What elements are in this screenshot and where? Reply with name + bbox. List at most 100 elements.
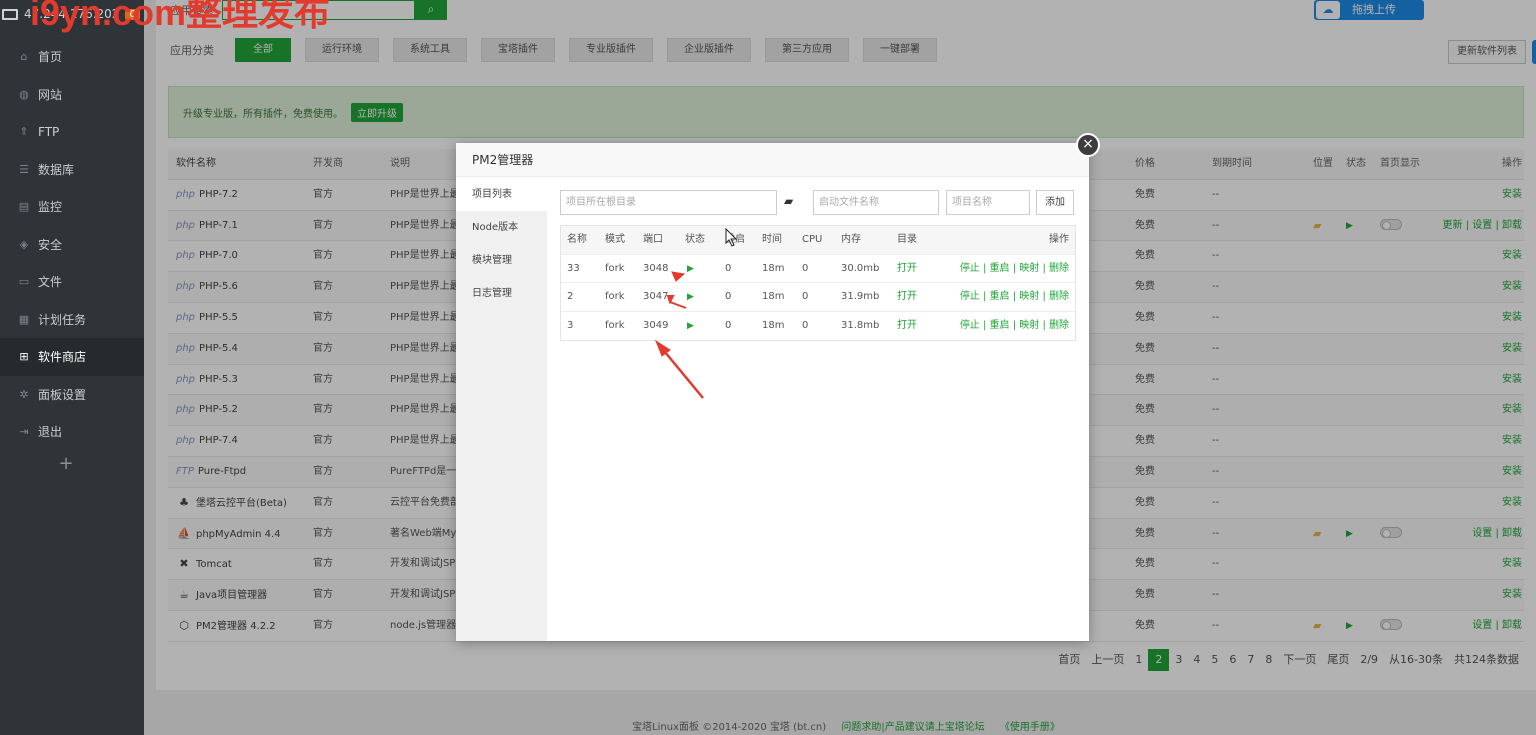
dialog-tab-0[interactable]: 项目列表 [456,178,547,211]
sidebar: 47.244.176.202 0 ⌂ 首页 ◍ 网站 ⇑ FTP ☰ 数据库 ▤ 监控 ◈ 安全 ▭ 文件… [0,0,144,735]
running-status-icon: ▶ [687,320,694,331]
gear-icon: ✲ [19,387,29,401]
ftp-icon: ⇑ [19,125,29,139]
home-icon: ⌂ [20,50,28,64]
process-table: 名称 模式 端口 状态 重启 时间 CPU 内存 目录 操作 33 fork 3048 ▶ 0 18m 0 30… [560,225,1076,341]
folder-picker-icon[interactable]: ▰ [784,194,793,208]
sidebar-item-label: 退出 [38,425,63,440]
process-time: 18m [762,291,785,302]
database-icon: ☰ [19,162,29,176]
process-memory: 31.8mb [841,319,880,331]
sidebar-menu: ⌂ 首页 ◍ 网站 ⇑ FTP ☰ 数据库 ▤ 监控 ◈ 安全 ▭ 文件 ▦ 计划任务 ⊞ 软件商店 ✲ 面板设置 ⇥ 退… [0,38,144,451]
start-file-input[interactable]: 启动文件名称 [813,190,939,215]
dialog-tab-2[interactable]: 模块管理 [456,244,547,277]
dialog-title: PM2管理器 [456,143,1089,177]
process-col-4: 重启 [725,234,745,245]
dialog-tabs: 项目列表 Node版本 模块管理 日志管理 [456,178,547,641]
process-port: 3047 [643,291,669,302]
sidebar-item-label: 计划任务 [38,312,87,327]
process-col-9: 操作 [1049,234,1069,245]
process-col-1: 模式 [605,234,625,245]
process-memory: 31.9mb [841,291,880,302]
sidebar-item-label: 面板设置 [38,387,87,402]
root-dir-input[interactable]: 项目所在根目录 [560,190,777,215]
sidebar-item-7[interactable]: ▦ 计划任务 [0,301,144,339]
sidebar-item-label: FTP [38,124,60,139]
sidebar-item-label: 安全 [38,237,63,252]
sidebar-item-2[interactable]: ⇑ FTP [0,113,144,151]
process-col-8: 目录 [897,234,917,245]
process-dir[interactable]: 打开 [897,283,917,311]
sidebar-item-5[interactable]: ◈ 安全 [0,226,144,264]
process-row: 33 fork 3048 ▶ 0 18m 0 30.0mb 打开 停止 | 重启 | 映射 | 删… [561,255,1075,283]
process-ops[interactable]: 停止 | 重启 | 映射 | 删除 [960,312,1069,340]
dialog-tab-1[interactable]: Node版本 [456,211,547,244]
process-name: 33 [567,262,580,274]
process-port: 3049 [643,319,669,331]
process-ops[interactable]: 停止 | 重启 | 映射 | 删除 [960,283,1069,311]
notification-badge[interactable]: 0 [125,8,140,20]
process-restart: 0 [725,262,732,274]
project-name-input[interactable]: 项目名称 [946,190,1030,215]
process-dir[interactable]: 打开 [897,312,917,340]
process-dir[interactable]: 打开 [897,255,917,283]
sidebar-item-label: 文件 [38,275,63,290]
sidebar-item-label: 数据库 [38,162,75,177]
sidebar-item-0[interactable]: ⌂ 首页 [0,38,144,76]
sidebar-item-label: 网站 [38,87,63,102]
sidebar-item-6[interactable]: ▭ 文件 [0,263,144,301]
process-col-6: CPU [802,234,823,245]
monitor-icon: ▤ [18,200,30,214]
process-name: 2 [567,291,574,302]
sidebar-item-1[interactable]: ◍ 网站 [0,76,144,114]
process-col-7: 内存 [841,234,861,245]
dialog-tab-3[interactable]: 日志管理 [456,277,547,310]
shield-icon: ◈ [19,237,29,251]
sidebar-item-9[interactable]: ✲ 面板设置 [0,376,144,414]
process-mode: fork [605,291,625,302]
process-col-3: 状态 [685,234,705,245]
sidebar-item-3[interactable]: ☰ 数据库 [0,151,144,189]
add-project-form: 项目所在根目录 ▰ 启动文件名称 项目名称 添加 [560,190,1076,216]
sidebar-item-10[interactable]: ⇥ 退出 [0,413,144,451]
server-header: 47.244.176.202 0 [0,0,144,28]
process-cpu: 0 [802,262,809,274]
process-restart: 0 [725,291,732,302]
pm2-dialog: PM2管理器 项目列表 Node版本 模块管理 日志管理 项目所在根目录 ▰ 启动文件… [456,143,1089,641]
process-col-0: 名称 [567,234,587,245]
running-status-icon: ▶ [687,263,694,274]
process-name: 3 [567,319,574,331]
process-col-2: 端口 [643,234,663,245]
process-restart: 0 [725,319,732,331]
process-mode: fork [605,319,625,331]
process-row: 2 fork 3047 ▶ 0 18m 0 31.9mb 打开 停止 | 重启 | 映射 | 删除 [561,283,1075,312]
monitor-icon [2,8,18,20]
project-list-panel: 项目所在根目录 ▰ 启动文件名称 项目名称 添加 名称 模式 端口 状态 重启 时间 CPU… [560,190,1076,341]
process-memory: 30.0mb [841,262,880,274]
process-port: 3048 [643,262,669,274]
process-time: 18m [762,262,785,274]
process-table-header: 名称 模式 端口 状态 重启 时间 CPU 内存 目录 操作 [561,226,1075,255]
grid-icon: ⊞ [19,350,29,364]
process-cpu: 0 [802,291,809,302]
logout-icon: ⇥ [19,425,29,439]
sidebar-item-8[interactable]: ⊞ 软件商店 [0,338,144,376]
process-ops[interactable]: 停止 | 重启 | 映射 | 删除 [960,255,1069,283]
process-cpu: 0 [802,319,809,331]
close-icon[interactable]: × [1076,133,1100,157]
process-col-5: 时间 [762,234,782,245]
folder-icon: ▭ [18,275,30,289]
server-ip: 47.244.176.202 [24,7,120,21]
sidebar-item-label: 监控 [38,200,63,215]
process-mode: fork [605,262,625,274]
process-time: 18m [762,319,785,331]
calendar-icon: ▦ [18,312,30,326]
globe-icon: ◍ [19,87,29,101]
process-row: 3 fork 3049 ▶ 0 18m 0 31.8mb 打开 停止 | 重启 | 映射 | 删除 [561,312,1075,341]
sidebar-item-label: 首页 [38,50,63,65]
add-project-button[interactable]: 添加 [1036,190,1074,215]
add-icon[interactable]: + [0,453,144,474]
sidebar-item-4[interactable]: ▤ 监控 [0,188,144,226]
sidebar-item-label: 软件商店 [38,350,87,365]
running-status-icon: ▶ [687,292,694,302]
